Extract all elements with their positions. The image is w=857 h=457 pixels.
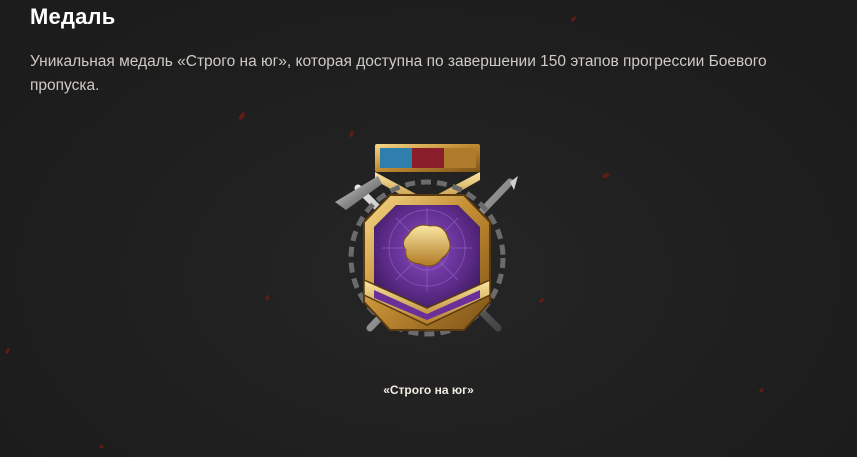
octagon-frame <box>363 194 491 331</box>
medal-caption: «Строго на юг» <box>383 383 474 397</box>
section-title: Медаль <box>30 4 116 29</box>
medal-section: Медаль Уникальная медаль «Строго на юг»,… <box>0 0 857 457</box>
section-description: Уникальная медаль «Строго на юг», котора… <box>30 53 767 94</box>
medal-strictly-south-icon <box>335 144 518 337</box>
